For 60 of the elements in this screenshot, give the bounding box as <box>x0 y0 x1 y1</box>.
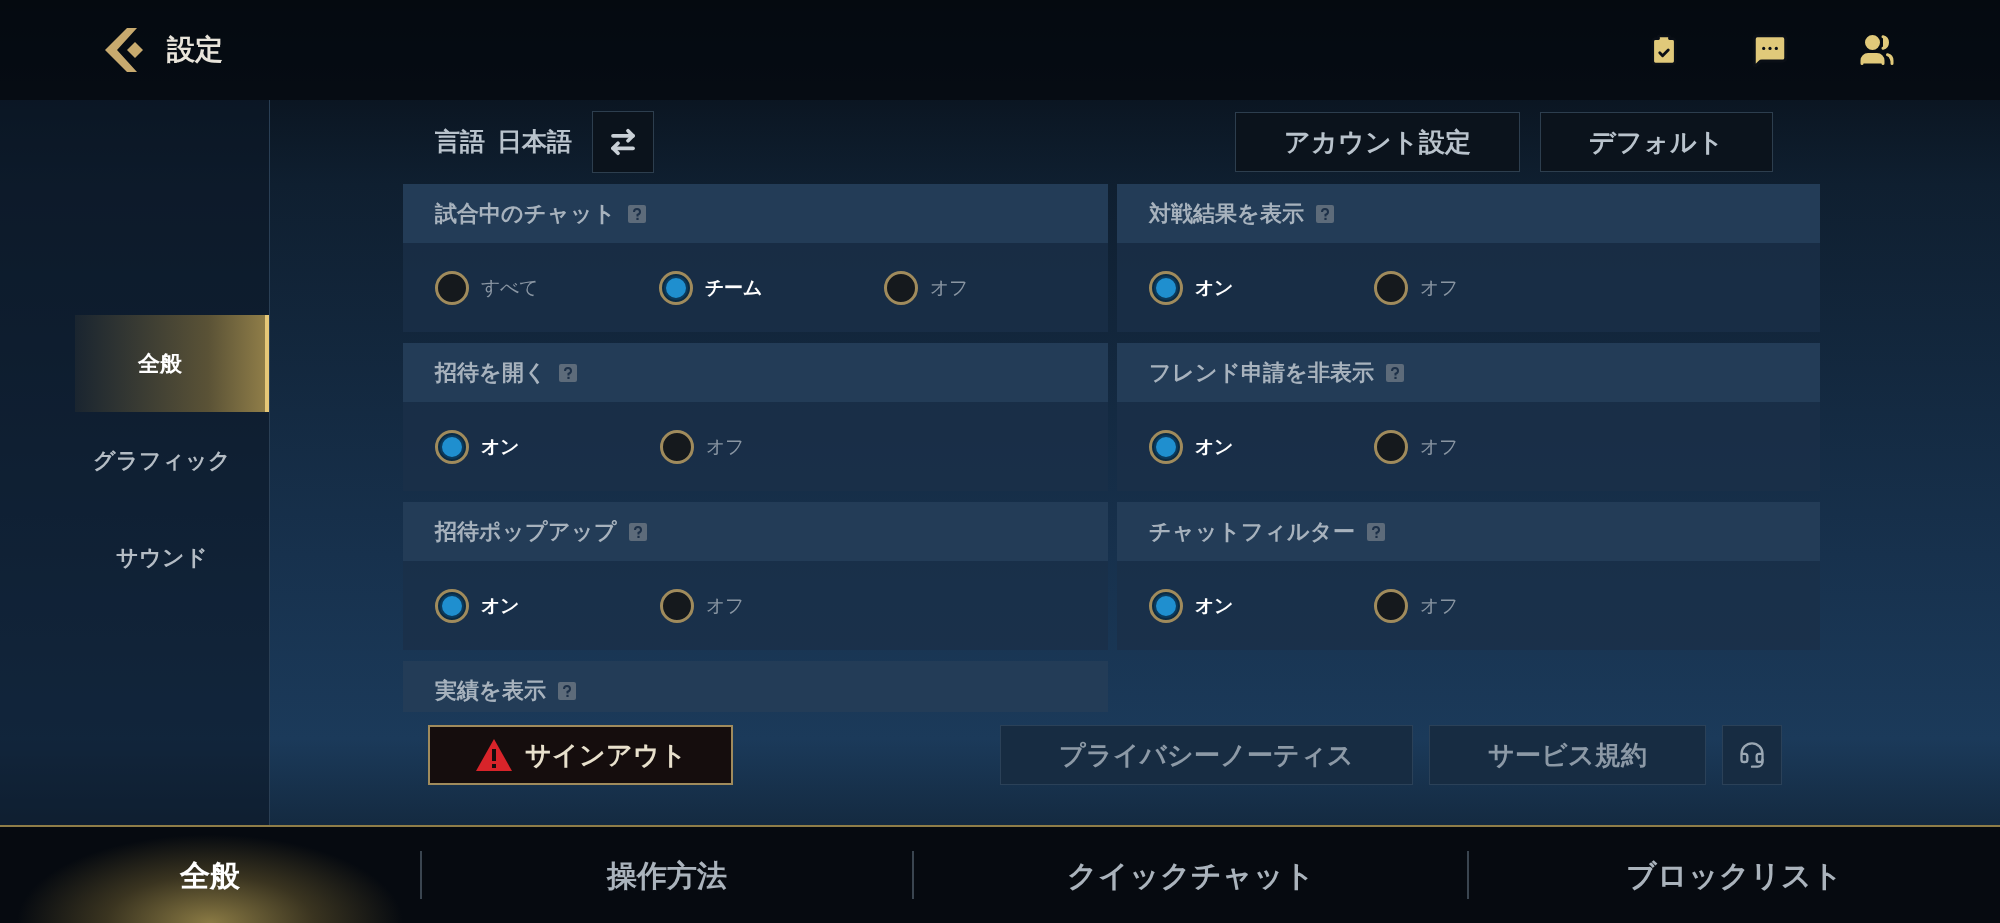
option-label: オン <box>1195 593 1233 619</box>
radio-button[interactable] <box>1149 270 1183 305</box>
setting-title: 対戦結果を表示 <box>1149 199 1304 228</box>
option-label: すべて <box>481 275 538 301</box>
footer-link[interactable]: プライバシーノーティス <box>1000 725 1413 785</box>
radio-button[interactable] <box>1374 429 1408 464</box>
sign-out-button[interactable]: サインアウト <box>428 725 733 785</box>
help-icon[interactable] <box>628 204 646 223</box>
page-title: 設定 <box>167 32 223 68</box>
help-icon[interactable] <box>1386 363 1404 382</box>
footer-link[interactable]: サービス規約 <box>1429 725 1706 785</box>
setting-title: 招待を開く <box>435 358 547 387</box>
sidebar-tab[interactable]: サウンド <box>75 509 269 606</box>
bottom-tab[interactable]: ブロックリスト <box>1469 827 2000 923</box>
bottom-tab[interactable]: 操作方法 <box>422 827 912 923</box>
radio-button[interactable] <box>1374 270 1408 305</box>
option-label: オフ <box>929 275 968 301</box>
option-label: チーム <box>705 275 763 301</box>
friends-icon[interactable] <box>1859 32 1895 68</box>
bottom-tab[interactable]: クイックチャット <box>914 827 1467 923</box>
language-label: 言語 <box>435 126 485 159</box>
radio-button[interactable] <box>660 588 694 623</box>
option-label: オン <box>481 434 519 460</box>
sidebar-tab[interactable]: グラフィック <box>75 412 269 509</box>
headset-icon <box>1738 741 1766 769</box>
help-icon[interactable] <box>629 522 647 541</box>
option-label: オフ <box>706 434 744 460</box>
setting-title: 試合中のチャット <box>435 199 616 228</box>
radio-button[interactable] <box>660 429 694 464</box>
radio-button[interactable] <box>1149 588 1183 623</box>
setting-title: フレンド申請を非表示 <box>1149 358 1374 387</box>
option-label: オフ <box>1420 593 1458 619</box>
swap-icon <box>608 127 638 157</box>
sidebar-tab[interactable]: 全般 <box>75 315 269 412</box>
radio-button[interactable] <box>883 270 918 305</box>
option-label: オン <box>1195 434 1233 460</box>
radio-button[interactable] <box>1149 429 1183 464</box>
option-label: オン <box>1195 275 1233 301</box>
setting-title: 実績を表示 <box>435 676 546 705</box>
header-button[interactable]: アカウント設定 <box>1235 112 1520 172</box>
radio-button[interactable] <box>435 429 469 464</box>
option-label: オフ <box>1420 434 1458 460</box>
radio-button[interactable] <box>435 588 469 623</box>
radio-button[interactable] <box>659 270 694 305</box>
help-icon[interactable] <box>1367 522 1385 541</box>
warning-icon <box>474 738 513 772</box>
help-icon[interactable] <box>559 363 577 382</box>
option-label: オフ <box>706 593 744 619</box>
swap-language-button[interactable] <box>592 111 654 173</box>
setting-title: チャットフィルター <box>1149 517 1355 546</box>
header-button[interactable]: デフォルト <box>1540 112 1773 172</box>
support-button[interactable] <box>1722 725 1782 785</box>
radio-button[interactable] <box>435 270 469 305</box>
help-icon[interactable] <box>558 681 576 700</box>
help-icon[interactable] <box>1316 204 1334 223</box>
option-label: オフ <box>1420 275 1458 301</box>
radio-button[interactable] <box>1374 588 1408 623</box>
setting-title: 招待ポップアップ <box>435 517 617 546</box>
language-value: 日本語 <box>497 126 572 159</box>
option-label: オン <box>481 593 519 619</box>
